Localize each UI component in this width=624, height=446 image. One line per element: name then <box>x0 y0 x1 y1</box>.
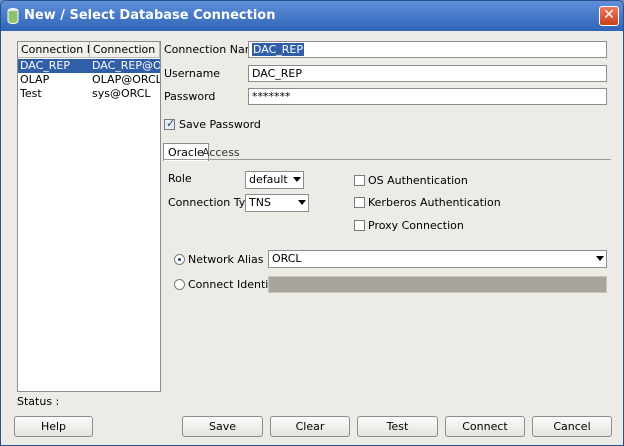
connection-name-cell: Test <box>20 87 42 100</box>
connection-details-cell: sys@ORCL <box>92 87 151 100</box>
connection-type-value: TNS <box>249 196 271 209</box>
close-icon[interactable]: ✕ <box>599 6 619 26</box>
network-alias-select[interactable]: ORCL <box>268 250 607 268</box>
test-button[interactable]: Test <box>357 416 438 437</box>
chevron-down-icon <box>298 200 306 205</box>
password-input[interactable]: ******* <box>248 88 607 105</box>
connection-details-cell: OLAP@ORCL <box>92 73 160 86</box>
network-alias-radio[interactable] <box>174 254 185 265</box>
column-header-connection-name[interactable]: Connection N... <box>18 42 90 58</box>
connect-identifier-radio[interactable] <box>174 279 185 290</box>
database-icon <box>7 8 19 24</box>
status-label: Status : <box>17 395 60 408</box>
connection-name-input[interactable]: DAC_REP <box>248 41 607 58</box>
password-label: Password <box>164 90 216 103</box>
title-bar: New / Select Database Connection ✕ <box>1 1 623 31</box>
column-header-connection-details[interactable]: Connection D... <box>90 42 160 58</box>
database-connection-dialog: New / Select Database Connection ✕ Conne… <box>0 0 624 446</box>
connect-identifier-input <box>268 276 607 293</box>
connect-button[interactable]: Connect <box>445 416 525 437</box>
tab-divider <box>163 159 611 160</box>
window-title: New / Select Database Connection <box>24 8 276 23</box>
kerberos-authentication-checkbox[interactable] <box>354 197 365 208</box>
proxy-connection-checkbox[interactable] <box>354 220 365 231</box>
connection-name-cell: OLAP <box>20 73 50 86</box>
chevron-down-icon <box>596 256 604 261</box>
role-value: default <box>249 173 288 186</box>
os-authentication-checkbox[interactable] <box>354 175 365 186</box>
table-row[interactable]: Test sys@ORCL <box>18 87 160 101</box>
network-alias-label: Network Alias <box>188 253 264 266</box>
proxy-connection-label: Proxy Connection <box>368 219 464 232</box>
cancel-button[interactable]: Cancel <box>532 416 612 437</box>
connection-name-cell: DAC_REP <box>20 59 71 72</box>
save-password-checkbox[interactable] <box>164 117 175 130</box>
table-row[interactable]: OLAP OLAP@ORCL <box>18 73 160 87</box>
os-authentication-label: OS Authentication <box>368 174 468 187</box>
connection-type-select[interactable]: TNS <box>245 194 309 212</box>
connection-name-value: DAC_REP <box>252 43 305 56</box>
connections-table[interactable]: Connection N... Connection D... DAC_REP … <box>17 41 161 392</box>
network-alias-value: ORCL <box>272 252 302 265</box>
save-button[interactable]: Save <box>182 416 263 437</box>
clear-button[interactable]: Clear <box>270 416 350 437</box>
table-row[interactable]: DAC_REP DAC_REP@O... <box>18 59 160 73</box>
role-select[interactable]: default <box>245 171 304 189</box>
chevron-down-icon <box>293 177 301 182</box>
username-input[interactable]: DAC_REP <box>248 65 607 82</box>
connection-details-cell: DAC_REP@O... <box>92 59 160 72</box>
role-label: Role <box>168 172 192 185</box>
help-button[interactable]: Help <box>14 416 93 437</box>
kerberos-authentication-label: Kerberos Authentication <box>368 196 501 209</box>
username-label: Username <box>164 67 221 80</box>
save-password-label: Save Password <box>179 118 261 131</box>
